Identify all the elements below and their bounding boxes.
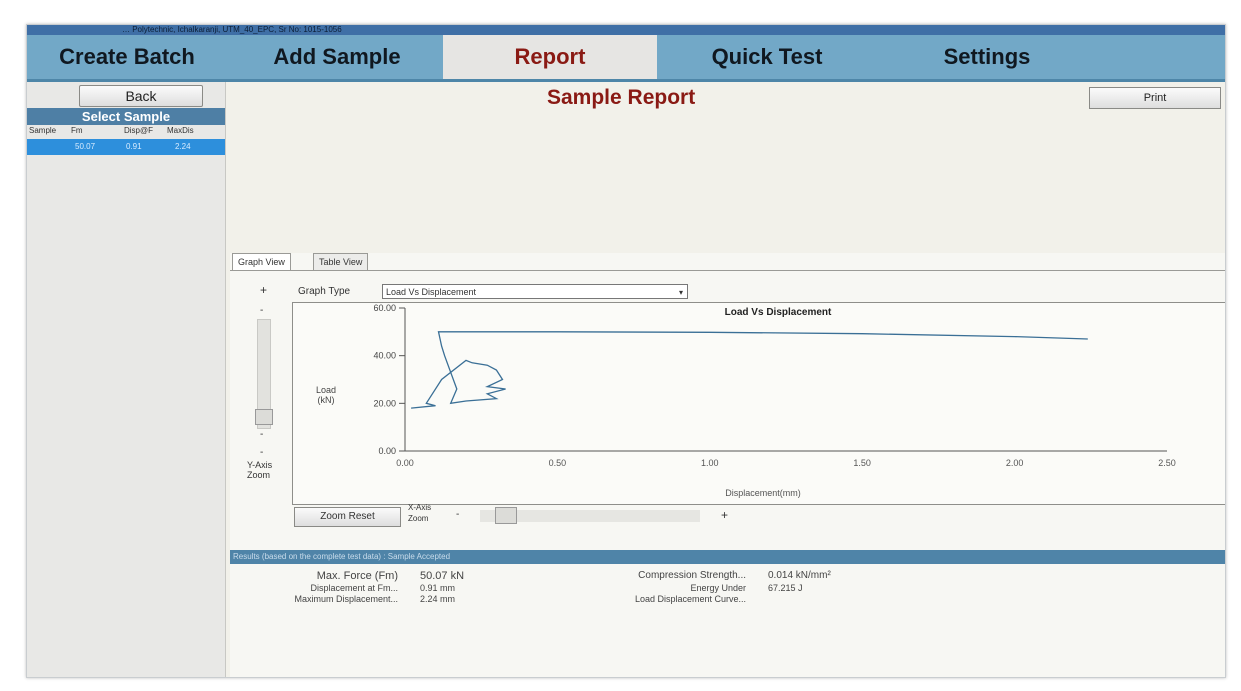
energy-value: 67.215 J [768,583,803,593]
page-title: Sample Report [547,86,696,109]
results-summary: Max. Force (Fm) 50.07 kN Displacement at… [230,564,1225,677]
max-force-value: 50.07 kN [420,570,465,582]
nav-tab-add-sample[interactable]: Add Sample [237,35,437,79]
sample-table-header: Sample Fm Disp@F MaxDis [27,126,225,138]
x-zoom-minus-button[interactable]: - [456,509,459,520]
y-axis-label: Load (kN) [316,385,336,405]
graph-type-selected: Load Vs Displacement [386,287,477,297]
graph-view-area: + - - - Y-Axis Zoom Graph Type Load Vs D… [230,270,1225,549]
tab-table-view[interactable]: Table View [313,253,369,271]
chevron-down-icon: ▾ [678,288,683,297]
x-tick-label: 1.50 [853,458,871,468]
x-tick-label: 2.50 [1158,458,1176,468]
column-header-maxdisp[interactable]: MaxDis [167,126,194,135]
select-sample-header: Select Sample [27,108,225,125]
energy-label: Energy Under [690,583,746,593]
y-zoom-minus-tick-2[interactable]: - [260,447,263,458]
column-header-sample[interactable]: Sample [29,126,56,135]
sample-cell-fm: 50.07 [75,142,96,151]
sample-cell-disp: 0.91 [126,142,142,151]
x-tick-label: 1.00 [701,458,719,468]
x-tick-label: 0.00 [396,458,414,468]
back-button[interactable]: Back [79,85,203,107]
y-tick-label: 20.00 [373,398,396,408]
compression-strength-label: Compression Strength... [638,570,746,581]
print-button[interactable]: Print [1089,87,1221,109]
sample-sidebar: Back Select Sample Sample Fm Disp@F MaxD… [27,82,226,677]
sample-cell-maxdisp: 2.24 [175,142,191,151]
x-tick-label: 0.50 [549,458,567,468]
y-zoom-slider-thumb[interactable] [255,409,273,425]
window-title-bar: … Polytechnic, Ichalkaranji, UTM_40_EPC,… [27,25,1225,35]
x-axis-zoom-label: X-Axis Zoom [408,503,432,523]
y-axis-label-line: (kN) [318,395,335,405]
column-header-fm[interactable]: Fm [71,126,83,135]
series-line [411,331,1088,409]
chart-title: Load Vs Displacement [725,307,832,318]
y-axis-zoom-label: Y-Axis Zoom [247,460,273,480]
disp-at-fm-label: Displacement at Fm... [310,583,398,593]
zoom-reset-button[interactable]: Zoom Reset [294,507,401,527]
energy-curve-label: Load Displacement Curve... [634,594,746,604]
y-tick-label: 60.00 [373,303,396,313]
graph-type-label: Graph Type [298,286,351,297]
max-disp-value: 2.24 mm [420,594,456,604]
column-header-disp[interactable]: Disp@F [124,126,153,135]
nav-tab-report[interactable]: Report [443,35,657,79]
nav-tab-quick-test[interactable]: Quick Test [667,35,867,79]
y-zoom-minus-button[interactable]: - [260,305,263,316]
load-displacement-chart: 0.00 20.00 40.00 60.00 0.00 0.50 1.00 1.50 2.00 2… [292,302,1225,505]
x-zoom-slider-thumb[interactable] [495,507,517,524]
nav-tab-create-batch[interactable]: Create Batch [27,35,227,79]
x-tick-label: 2.00 [1006,458,1024,468]
graph-type-dropdown[interactable]: Load Vs Displacement ▾ [382,284,688,299]
y-zoom-minus-tick[interactable]: - [260,429,263,440]
top-navigation: Create Batch Add Sample Report Quick Tes… [27,35,1225,82]
y-axis-label-line: Load [316,385,336,395]
y-zoom-plus-button[interactable]: + [260,283,267,297]
y-tick-label: 40.00 [373,351,396,361]
y-tick-label: 0.00 [378,446,396,456]
results-status-bar: Results (based on the complete test data… [230,550,1225,564]
tab-graph-view[interactable]: Graph View [232,253,291,271]
sample-row[interactable]: 50.07 0.91 2.24 [27,139,225,155]
chart-svg: 0.00 20.00 40.00 60.00 0.00 0.50 1.00 1.50 2.00 2… [316,303,1176,498]
app-window: … Polytechnic, Ichalkaranji, UTM_40_EPC,… [26,24,1226,678]
compression-strength-value: 0.014 kN/mm² [768,570,831,581]
x-zoom-plus-button[interactable]: + [721,508,728,522]
disp-at-fm-value: 0.91 mm [420,583,456,593]
report-panel: Graph View Table View + - - - Y-Axis Zoo… [230,253,1225,677]
nav-tab-settings[interactable]: Settings [887,35,1087,79]
max-force-label: Max. Force (Fm) [316,570,398,582]
max-disp-label: Maximum Displacement... [294,594,398,604]
x-axis-label: Displacement(mm) [725,488,801,498]
